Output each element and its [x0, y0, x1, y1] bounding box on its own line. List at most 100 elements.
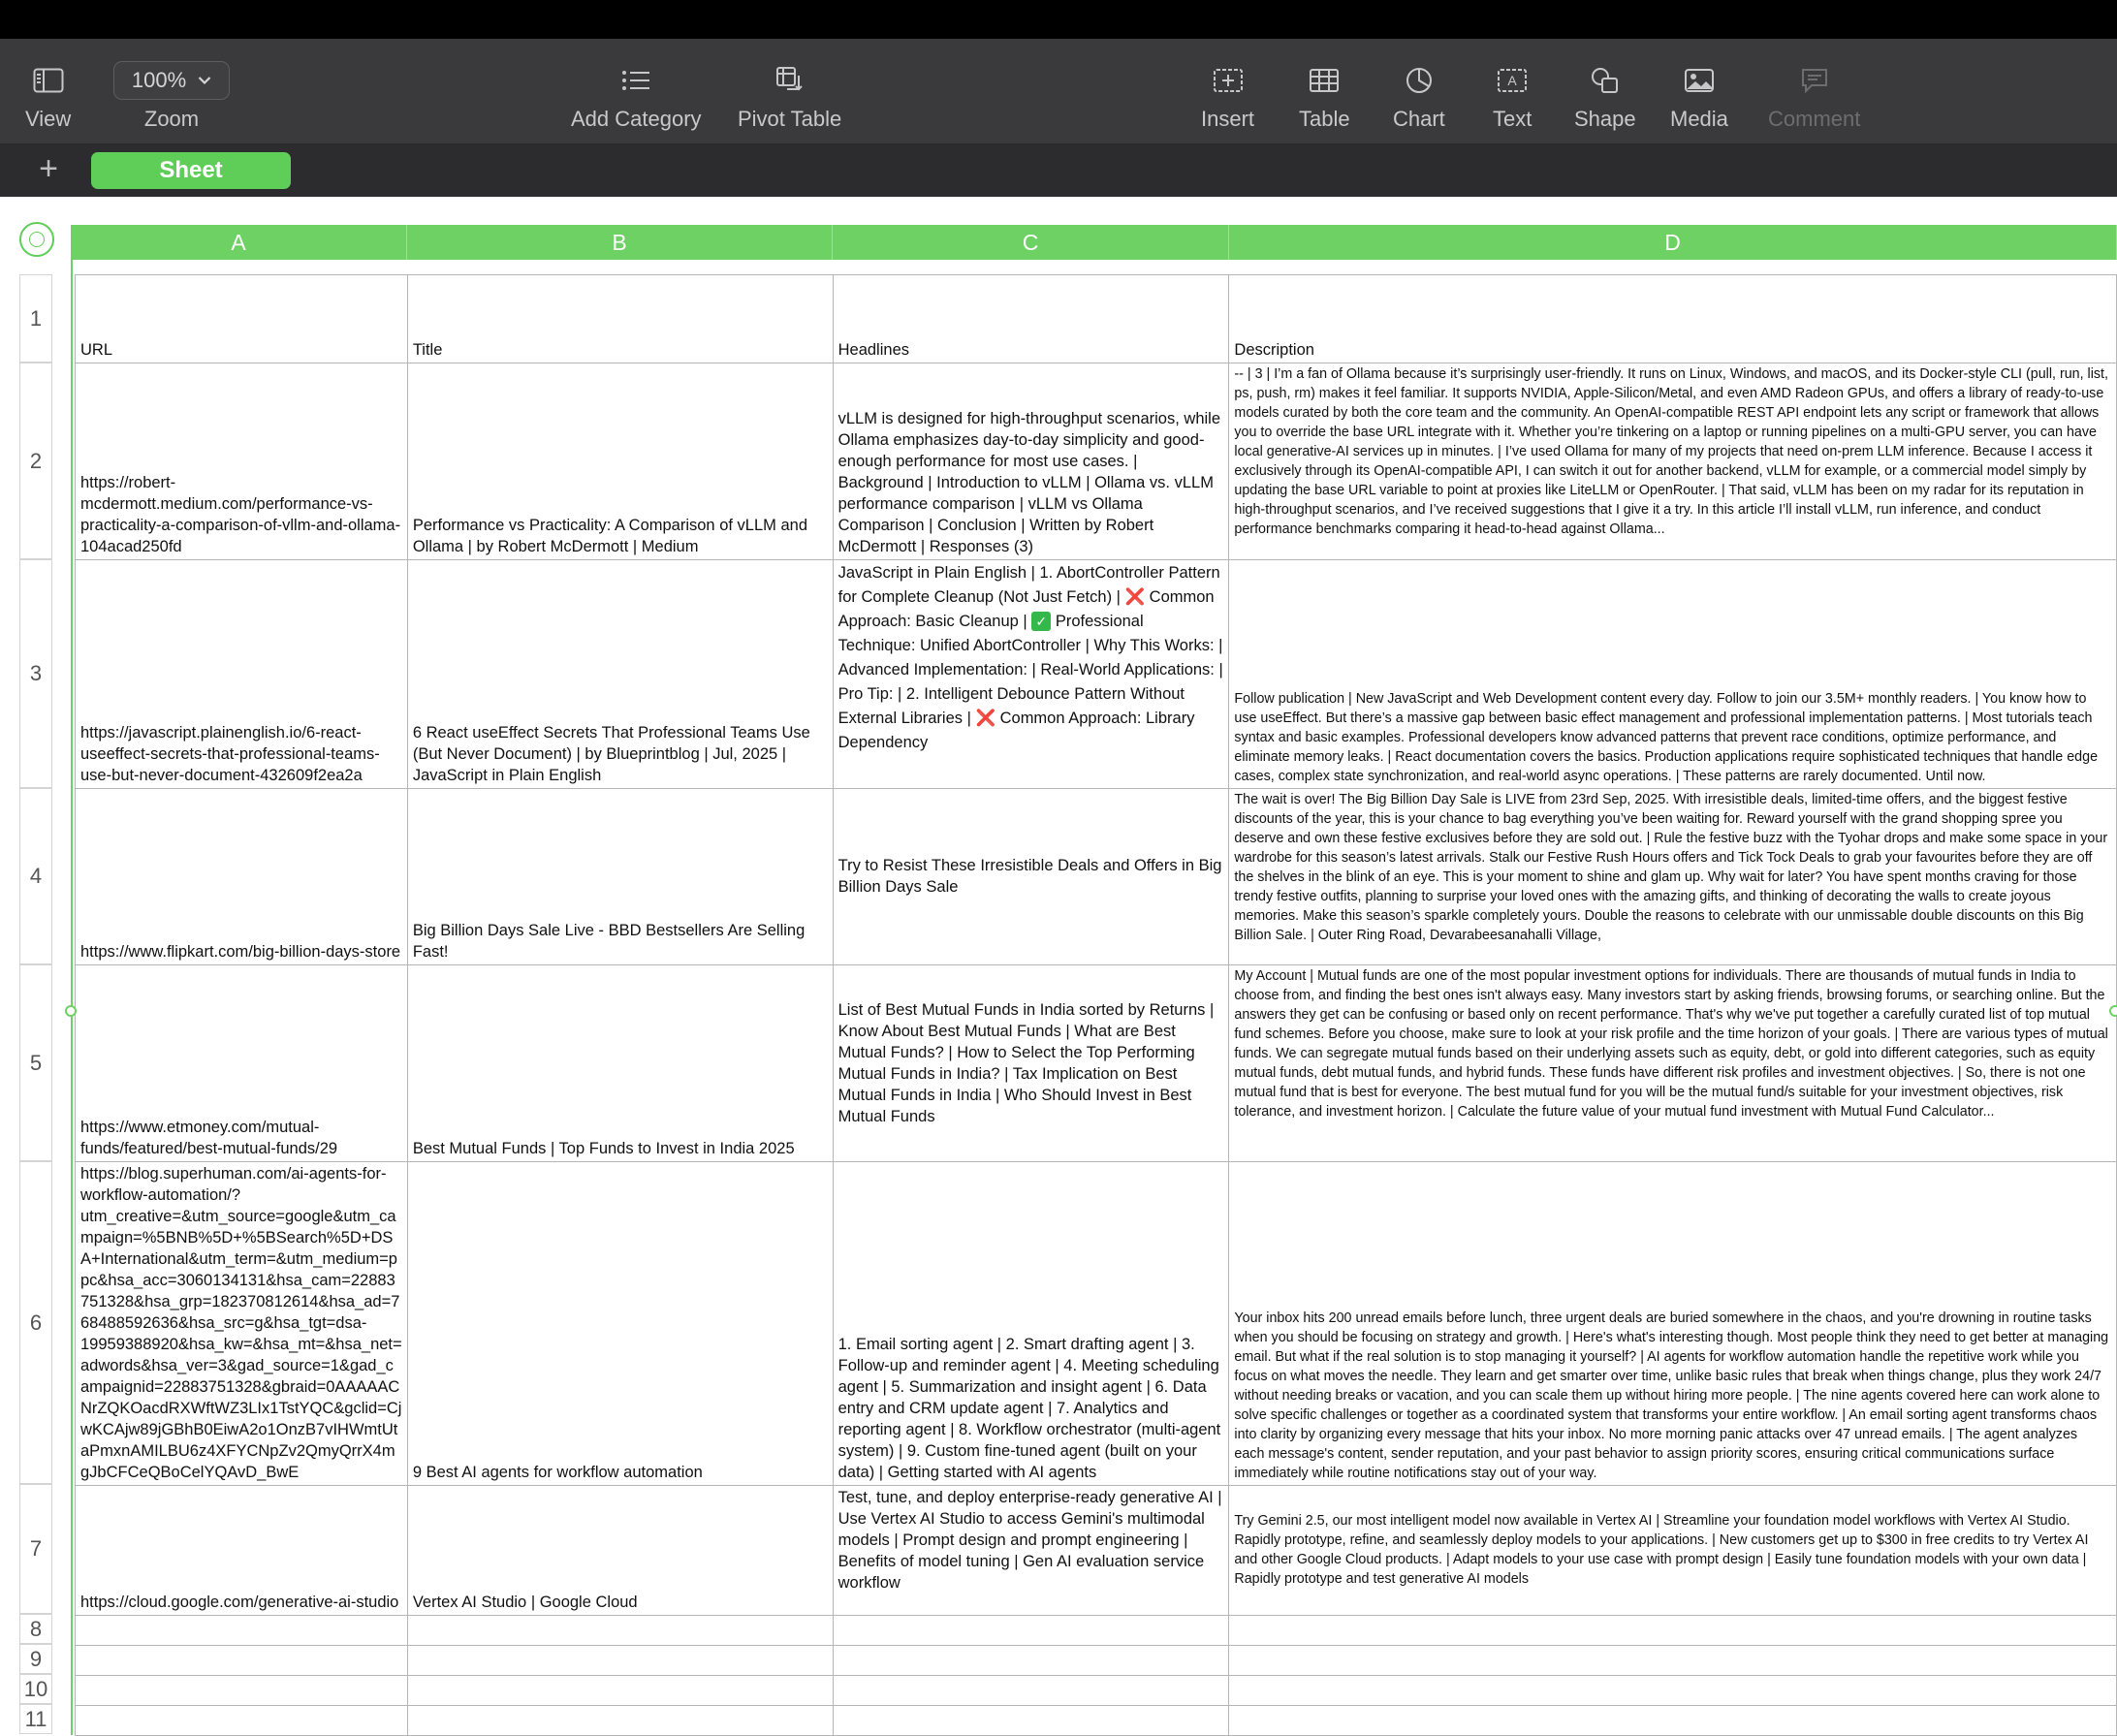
empty-cell[interactable]: [832, 1675, 1230, 1706]
table-label: Table: [1299, 107, 1350, 131]
empty-cell[interactable]: [832, 1645, 1230, 1676]
svg-text:A: A: [1508, 73, 1518, 88]
table-row: https://robert-mcdermott.medium.com/perf…: [75, 363, 2117, 560]
table-row: URL Title Headlines Description: [75, 274, 2117, 363]
row-header[interactable]: 11: [19, 1704, 52, 1734]
empty-cell[interactable]: [832, 1705, 1230, 1736]
cell-description[interactable]: Your inbox hits 200 unread emails before…: [1228, 1161, 2117, 1486]
empty-cell[interactable]: [75, 1705, 408, 1736]
row-header[interactable]: 5: [19, 964, 52, 1161]
cell-description[interactable]: The wait is over! The Big Billion Day Sa…: [1228, 788, 2117, 965]
chart-label: Chart: [1393, 107, 1445, 131]
row-header[interactable]: 4: [19, 788, 52, 964]
add-sheet-button[interactable]: +: [29, 150, 68, 189]
empty-cell[interactable]: [75, 1675, 408, 1706]
cell-headlines[interactable]: 1. Email sorting agent | 2. Smart drafti…: [832, 1161, 1230, 1486]
cell-headlines[interactable]: vLLM is designed for high-throughput sce…: [832, 363, 1230, 560]
table-button[interactable]: Table: [1299, 60, 1350, 132]
insert-icon: [1213, 60, 1244, 101]
cell-headlines[interactable]: Test, tune, and deploy enterprise-ready …: [832, 1485, 1230, 1616]
cell-url[interactable]: https://www.etmoney.com/mutual-funds/fea…: [75, 964, 408, 1162]
zoom-dropdown[interactable]: 100%: [113, 61, 230, 100]
cell-headlines-header[interactable]: Headlines: [832, 274, 1230, 363]
table-row: [75, 1615, 2117, 1646]
pivot-table-button[interactable]: Pivot Table: [738, 60, 841, 132]
empty-cell[interactable]: [1228, 1615, 2117, 1646]
empty-cell[interactable]: [75, 1645, 408, 1676]
empty-cell[interactable]: [832, 1615, 1230, 1646]
table-icon: [1309, 60, 1340, 101]
row-header[interactable]: 3: [19, 559, 52, 788]
empty-cell[interactable]: [75, 1615, 408, 1646]
empty-cell[interactable]: [406, 1615, 834, 1646]
cell-url[interactable]: https://blog.superhuman.com/ai-agents-fo…: [75, 1161, 408, 1486]
cell-title[interactable]: Vertex AI Studio | Google Cloud: [406, 1485, 834, 1616]
sidebar-icon: [33, 60, 64, 101]
cell-description[interactable]: Try Gemini 2.5, our most intelligent mod…: [1228, 1485, 2117, 1616]
add-category-label: Add Category: [571, 107, 702, 131]
sheet-tab-bar: + Sheet: [0, 144, 2117, 197]
cross-mark-icon: ❌: [1124, 588, 1146, 606]
tab-sheet[interactable]: Sheet: [91, 152, 291, 189]
comment-button[interactable]: Comment: [1768, 60, 1860, 132]
text-button[interactable]: A Text: [1493, 60, 1532, 132]
cell-description-header[interactable]: Description: [1228, 274, 2117, 363]
media-button[interactable]: Media: [1670, 60, 1728, 132]
shape-icon: [1590, 60, 1621, 101]
cell-url-header[interactable]: URL: [75, 274, 408, 363]
cell-url[interactable]: https://robert-mcdermott.medium.com/perf…: [75, 363, 408, 560]
table-edge-line: [71, 260, 73, 1735]
cell-description[interactable]: My Account | Mutual funds are one of the…: [1228, 964, 2117, 1162]
row-header[interactable]: 6: [19, 1161, 52, 1484]
insert-label: Insert: [1201, 107, 1255, 131]
row-header[interactable]: 9: [19, 1644, 52, 1674]
column-header-b[interactable]: B: [407, 225, 833, 260]
chart-button[interactable]: Chart: [1393, 60, 1445, 132]
cell-url[interactable]: https://www.flipkart.com/big-billion-day…: [75, 788, 408, 965]
image-icon: [1684, 60, 1715, 101]
shape-label: Shape: [1574, 107, 1636, 131]
add-category-button[interactable]: Add Category: [571, 60, 702, 132]
cell-title[interactable]: Performance vs Practicality: A Compariso…: [406, 363, 834, 560]
zoom-label: Zoom: [143, 107, 200, 131]
row-header[interactable]: 2: [19, 363, 52, 559]
column-header-c[interactable]: C: [833, 225, 1229, 260]
empty-cell[interactable]: [406, 1645, 834, 1676]
row-header[interactable]: 10: [19, 1674, 52, 1704]
pivot-table-label: Pivot Table: [738, 107, 842, 131]
table-row: [75, 1705, 2117, 1736]
cell-title[interactable]: Best Mutual Funds | Top Funds to Invest …: [406, 964, 834, 1162]
cell-url[interactable]: https://cloud.google.com/generative-ai-s…: [75, 1485, 408, 1616]
cell-description[interactable]: -- | 3 | I’m a fan of Ollama because it’…: [1228, 363, 2117, 560]
column-header-d[interactable]: D: [1229, 225, 2117, 260]
cell-description[interactable]: Follow publication | New JavaScript and …: [1228, 559, 2117, 789]
insert-button[interactable]: Insert: [1201, 60, 1254, 132]
row-header[interactable]: 8: [19, 1614, 52, 1644]
cell-title[interactable]: 6 React useEffect Secrets That Professio…: [406, 559, 834, 789]
pie-chart-icon: [1405, 60, 1434, 101]
empty-cell[interactable]: [406, 1705, 834, 1736]
empty-cell[interactable]: [1228, 1645, 2117, 1676]
table-row: https://www.etmoney.com/mutual-funds/fea…: [75, 964, 2117, 1162]
row-header[interactable]: 7: [19, 1484, 52, 1614]
column-header-a[interactable]: A: [71, 225, 407, 260]
select-all-handle[interactable]: [19, 222, 54, 257]
check-mark-icon: ✓: [1031, 612, 1052, 631]
table-resize-handle[interactable]: [2109, 1005, 2117, 1017]
empty-cell[interactable]: [1228, 1705, 2117, 1736]
view-button[interactable]: View: [25, 60, 71, 132]
cell-title[interactable]: Big Billion Days Sale Live - BBD Bestsel…: [406, 788, 834, 965]
cell-headlines[interactable]: Try to Resist These Irresistible Deals a…: [832, 788, 1230, 965]
table-resize-handle[interactable]: [65, 1005, 77, 1017]
shape-button[interactable]: Shape: [1574, 60, 1636, 132]
cell-headlines[interactable]: JavaScript in Plain English | 1. AbortCo…: [832, 559, 1230, 789]
cell-title-header[interactable]: Title: [406, 274, 834, 363]
empty-cell[interactable]: [1228, 1675, 2117, 1706]
data-table: URL Title Headlines Description https://…: [75, 274, 2117, 1736]
empty-cell[interactable]: [406, 1675, 834, 1706]
cell-title[interactable]: 9 Best AI agents for workflow automation: [406, 1161, 834, 1486]
zoom-control[interactable]: 100% Zoom: [113, 60, 230, 132]
cell-url[interactable]: https://javascript.plainenglish.io/6-rea…: [75, 559, 408, 789]
cell-headlines[interactable]: List of Best Mutual Funds in India sorte…: [832, 964, 1230, 1162]
row-header[interactable]: 1: [19, 274, 52, 363]
